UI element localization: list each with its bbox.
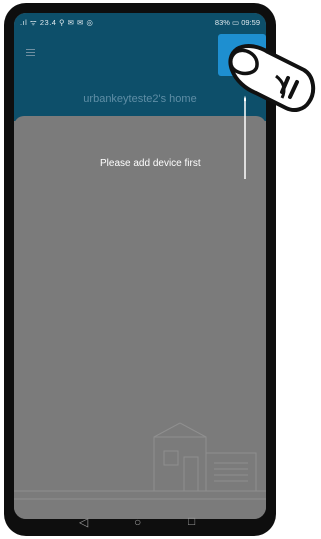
home-button[interactable]: ○ [134,515,141,529]
add-device-hint: Please add device first [100,158,201,169]
android-nav-bar: ◁ ○ □ [4,509,276,536]
clock: 09:59 [241,18,260,27]
back-button[interactable]: ◁ [79,515,88,529]
menu-icon[interactable] [26,49,35,57]
battery-percent: 83% [214,18,230,27]
status-icons: .ıl ᯤ 23.4 ⚲ ✉ ✉ ◎ [20,18,94,27]
pointing-hand-icon [228,43,316,112]
status-bar: .ıl ᯤ 23.4 ⚲ ✉ ✉ ◎ 83% ▭ 09:59 [14,13,266,31]
house-illustration-icon [14,422,266,500]
recent-apps-button[interactable]: □ [188,514,195,528]
battery-icon: ▭ [232,18,240,27]
status-right: 83% ▭ 09:59 [215,18,260,27]
